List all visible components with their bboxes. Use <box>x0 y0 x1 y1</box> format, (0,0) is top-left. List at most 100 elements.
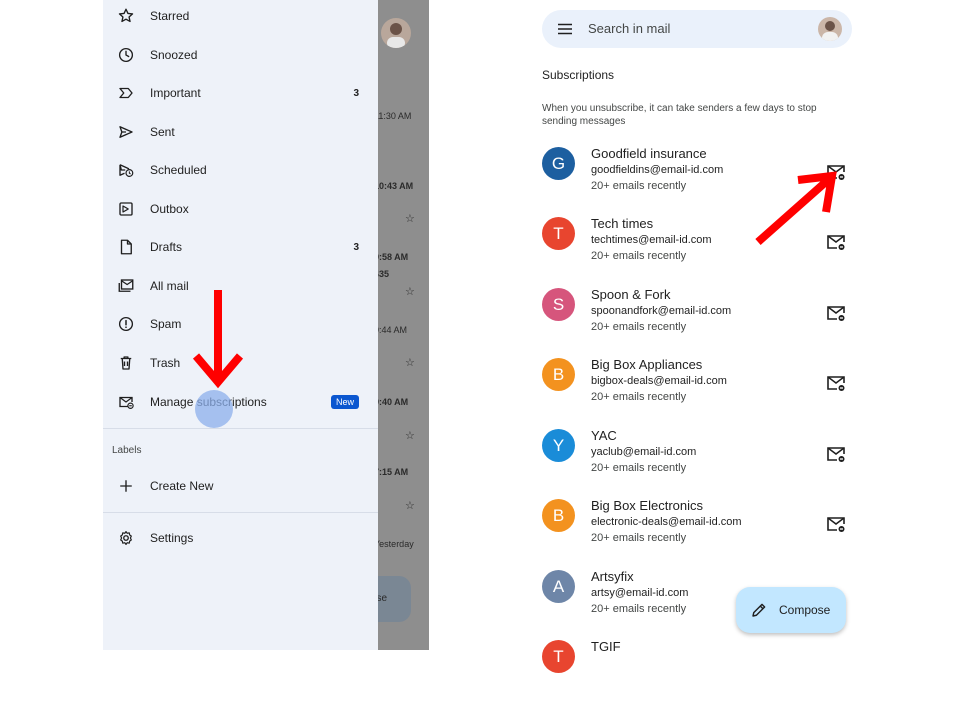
subscription-row[interactable]: S Spoon & Fork spoonandfork@email-id.com… <box>540 284 860 354</box>
sender-name: Goodfield insurance <box>591 146 707 161</box>
search-input[interactable]: Search in mail <box>588 21 670 36</box>
inbox-star-icon[interactable]: ☆ <box>405 499 415 512</box>
drawer-item-settings[interactable]: Settings <box>103 519 378 557</box>
scheduled-icon <box>116 160 136 180</box>
subscription-row[interactable]: B Big Box Electronics electronic-deals@e… <box>540 495 860 565</box>
all-mail-icon <box>116 276 136 296</box>
inbox-avatar <box>381 18 411 48</box>
sender-email: spoonandfork@email-id.com <box>591 305 732 317</box>
drawer-item-starred[interactable]: Starred <box>103 0 378 35</box>
search-bar[interactable]: Search in mail <box>542 10 852 48</box>
inbox-time: 7:15 AM <box>374 467 409 477</box>
sender-avatar: B <box>542 499 575 532</box>
email-count: 20+ emails recently <box>591 250 687 262</box>
annotation-arrow-down <box>192 290 244 389</box>
drawer-item-label: Outbox <box>150 202 189 216</box>
pencil-icon <box>752 603 766 617</box>
inbox-time: 10:43 AM <box>374 181 414 191</box>
sender-avatar: B <box>542 358 575 391</box>
subscription-row[interactable]: B Big Box Appliances bigbox-deals@email-… <box>540 354 860 424</box>
sender-name: Spoon & Fork <box>591 287 671 302</box>
email-count: 20+ emails recently <box>591 180 687 192</box>
sender-email: electronic-deals@email-id.com <box>591 516 742 528</box>
important-icon <box>116 83 136 103</box>
left-screen: 11:30 AM 10:43 AM ☆ 9:58 AM 435 ☆ 9:44 A… <box>103 0 429 650</box>
drawer-item-label: Important <box>150 86 201 100</box>
inbox-star-icon[interactable]: ☆ <box>405 212 415 225</box>
email-count: 20+ emails recently <box>591 321 687 333</box>
hamburger-menu-icon[interactable] <box>557 21 573 37</box>
drawer-item-label: Sent <box>150 125 175 139</box>
sender-avatar: Y <box>542 429 575 462</box>
sender-name: Tech times <box>591 216 654 231</box>
inbox-star-icon[interactable]: ☆ <box>405 429 415 442</box>
inbox-star-icon[interactable]: ☆ <box>405 285 415 298</box>
unsubscribe-icon[interactable] <box>826 374 846 392</box>
right-screen: Search in mail Subscriptions When you un… <box>430 0 970 673</box>
plus-icon <box>116 476 136 496</box>
drawer-item-label: Scheduled <box>150 163 207 177</box>
sender-email: artsy@email-id.com <box>591 587 689 599</box>
manage-subscriptions-icon <box>116 392 136 412</box>
important-count: 3 <box>353 87 359 99</box>
draft-icon <box>116 237 136 257</box>
sender-avatar: T <box>542 217 575 250</box>
compose-button[interactable]: Compose <box>736 587 846 633</box>
avatar[interactable] <box>818 17 842 41</box>
info-text: When you unsubscribe, it can take sender… <box>542 103 817 127</box>
sender-avatar: S <box>542 288 575 321</box>
inbox-star-icon[interactable]: ☆ <box>405 356 415 369</box>
outbox-icon <box>116 199 136 219</box>
sender-avatar: A <box>542 570 575 603</box>
inbox-time: 11:30 AM <box>374 111 412 121</box>
sender-email: goodfieldins@email-id.com <box>591 164 724 176</box>
inbox-time: 9:40 AM <box>374 397 409 407</box>
sender-name: Artsyfix <box>591 569 634 584</box>
drawer-divider <box>103 428 378 429</box>
page-title: Subscriptions <box>542 68 615 82</box>
send-icon <box>116 122 136 142</box>
drawer-item-label: Trash <box>150 356 181 370</box>
sender-name: Big Box Electronics <box>591 498 703 513</box>
unsubscribe-icon[interactable] <box>826 515 846 533</box>
drawer-item-label: Drafts <box>150 240 183 254</box>
subscription-row[interactable]: Y YAC yaclub@email-id.com 20+ emails rec… <box>540 425 860 495</box>
spam-icon <box>116 314 136 334</box>
drawer-item-label: All mail <box>150 279 189 293</box>
labels-heading: Labels <box>112 445 142 456</box>
clock-icon <box>116 45 136 65</box>
sender-avatar: G <box>542 147 575 180</box>
star-icon <box>116 6 136 26</box>
sender-name: TGIF <box>591 639 621 654</box>
subscription-row[interactable]: T TGIF <box>540 636 860 706</box>
new-badge: New <box>330 395 359 409</box>
sender-name: Big Box Appliances <box>591 357 703 372</box>
sender-avatar: T <box>542 640 575 673</box>
gear-icon <box>116 528 136 548</box>
drawer-item-outbox[interactable]: Outbox <box>103 190 378 228</box>
sender-email: bigbox-deals@email-id.com <box>591 375 727 387</box>
sender-name: YAC <box>591 428 617 443</box>
drawer-item-scheduled[interactable]: Scheduled <box>103 151 378 189</box>
sender-email: techtimes@email-id.com <box>591 234 712 246</box>
email-count: 20+ emails recently <box>591 462 687 474</box>
compose-label: Compose <box>779 603 831 617</box>
sender-email: yaclub@email-id.com <box>591 446 697 458</box>
unsubscribe-icon[interactable] <box>826 304 846 322</box>
drawer-item-snoozed[interactable]: Snoozed <box>103 36 378 74</box>
drawer-item-create-new[interactable]: Create New <box>103 467 378 505</box>
drawer-item-label: Settings <box>150 531 194 545</box>
inbox-time: Yesterday <box>374 539 414 549</box>
drawer-item-label: Create New <box>150 479 214 493</box>
email-count: 20+ emails recently <box>591 532 687 544</box>
annotation-arrow-diagonal <box>755 171 837 245</box>
drafts-count: 3 <box>353 241 359 253</box>
drawer-item-drafts[interactable]: Drafts 3 <box>103 228 378 266</box>
unsubscribe-icon[interactable] <box>826 445 846 463</box>
drawer-divider <box>103 512 378 513</box>
trash-icon <box>116 353 136 373</box>
inbox-time: 9:44 AM <box>374 325 408 335</box>
drawer-item-important[interactable]: Important 3 <box>103 74 378 112</box>
email-count: 20+ emails recently <box>591 391 687 403</box>
drawer-item-sent[interactable]: Sent <box>103 113 378 151</box>
